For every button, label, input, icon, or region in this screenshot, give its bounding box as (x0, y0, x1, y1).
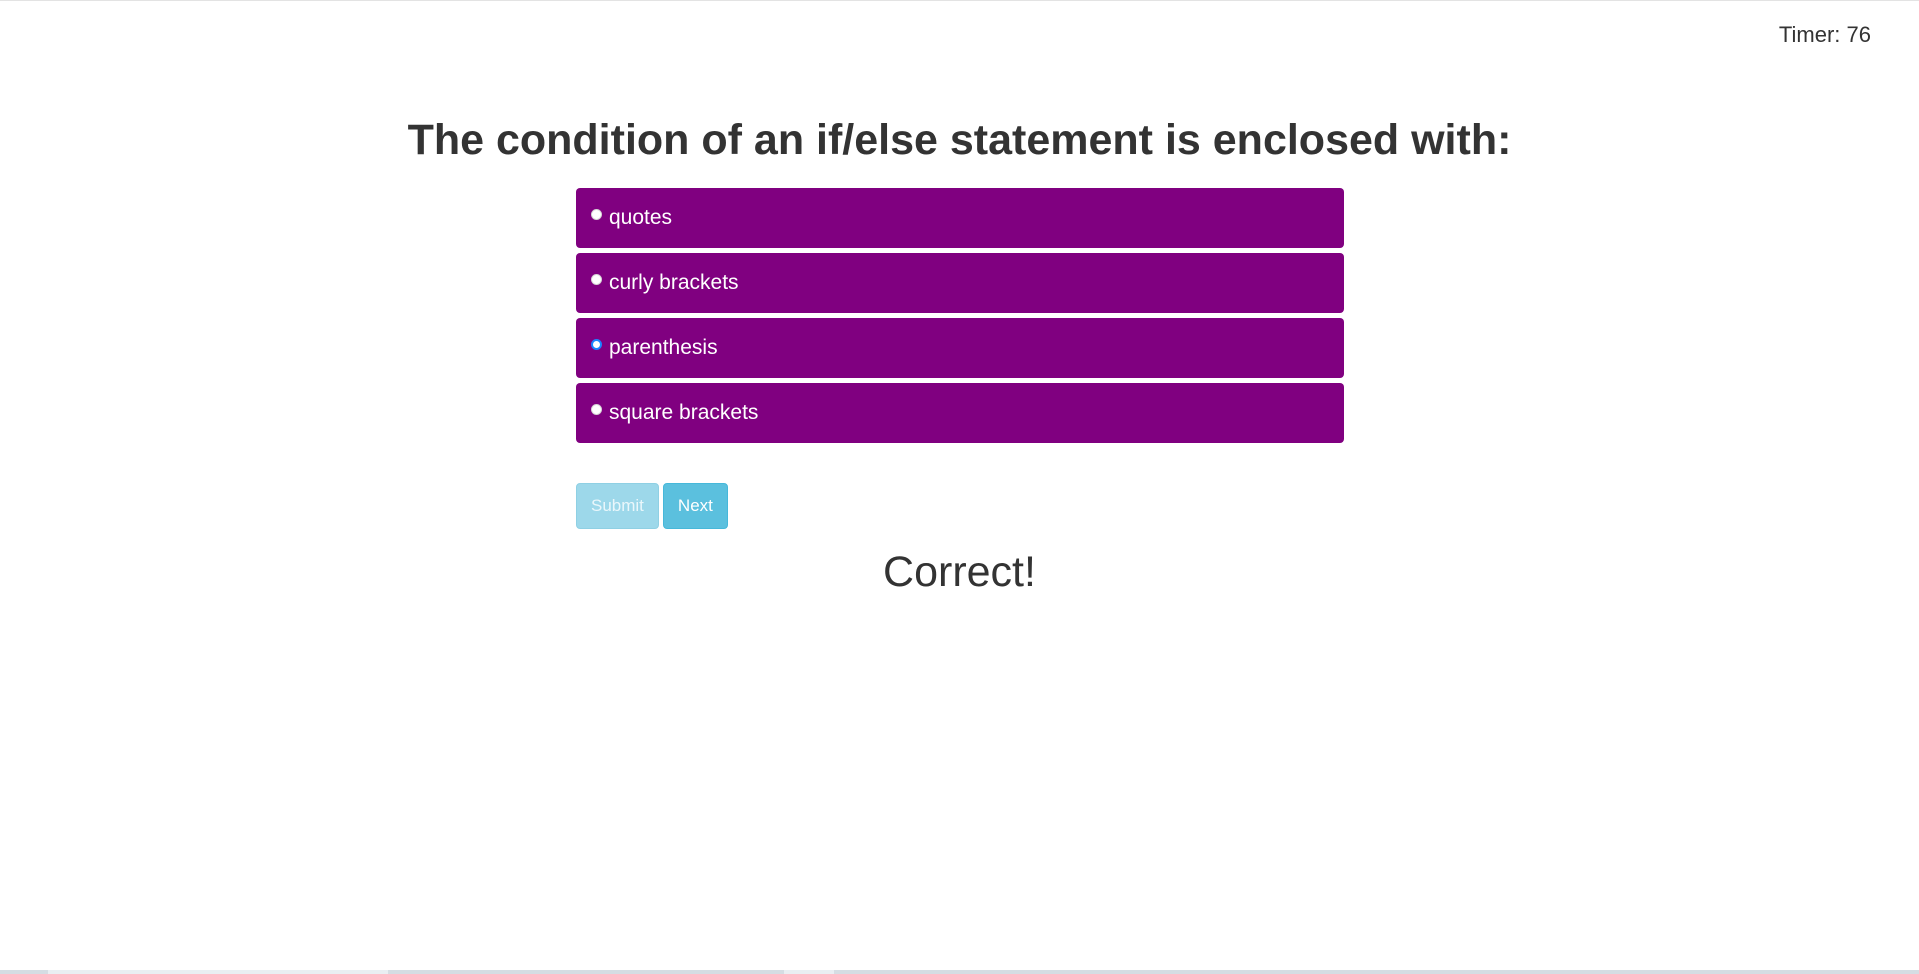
radio-button-selected[interactable] (591, 338, 602, 350)
result-message: Correct! (883, 548, 1036, 596)
quiz-page: Timer: 76 The condition of an if/else st… (0, 0, 1919, 974)
choice-parenthesis[interactable]: parenthesis (576, 318, 1344, 378)
radio-button[interactable] (591, 403, 602, 415)
timer-display: Timer: 76 (1778, 22, 1871, 47)
choice-label: parenthesis (609, 336, 718, 359)
submit-button[interactable]: Submit (576, 483, 659, 529)
choice-label: curly brackets (609, 271, 739, 294)
question-text: The condition of an if/else statement is… (407, 116, 1512, 164)
choice-quotes[interactable]: quotes (576, 188, 1344, 248)
next-button[interactable]: Next (662, 483, 728, 529)
choice-curly-brackets[interactable]: curly brackets (576, 253, 1344, 313)
choice-label: square brackets (609, 401, 759, 424)
radio-button[interactable] (591, 208, 602, 220)
action-buttons: Submit Next (576, 483, 728, 529)
radio-button[interactable] (591, 273, 602, 285)
bottom-scrollbar[interactable] (0, 970, 1919, 974)
choice-square-brackets[interactable]: square brackets (576, 383, 1344, 443)
scrollbar-segment (48, 970, 388, 974)
answer-choices: quotes curly brackets parenthesis square… (576, 188, 1344, 448)
scrollbar-segment (784, 970, 834, 974)
choice-label: quotes (609, 206, 673, 229)
